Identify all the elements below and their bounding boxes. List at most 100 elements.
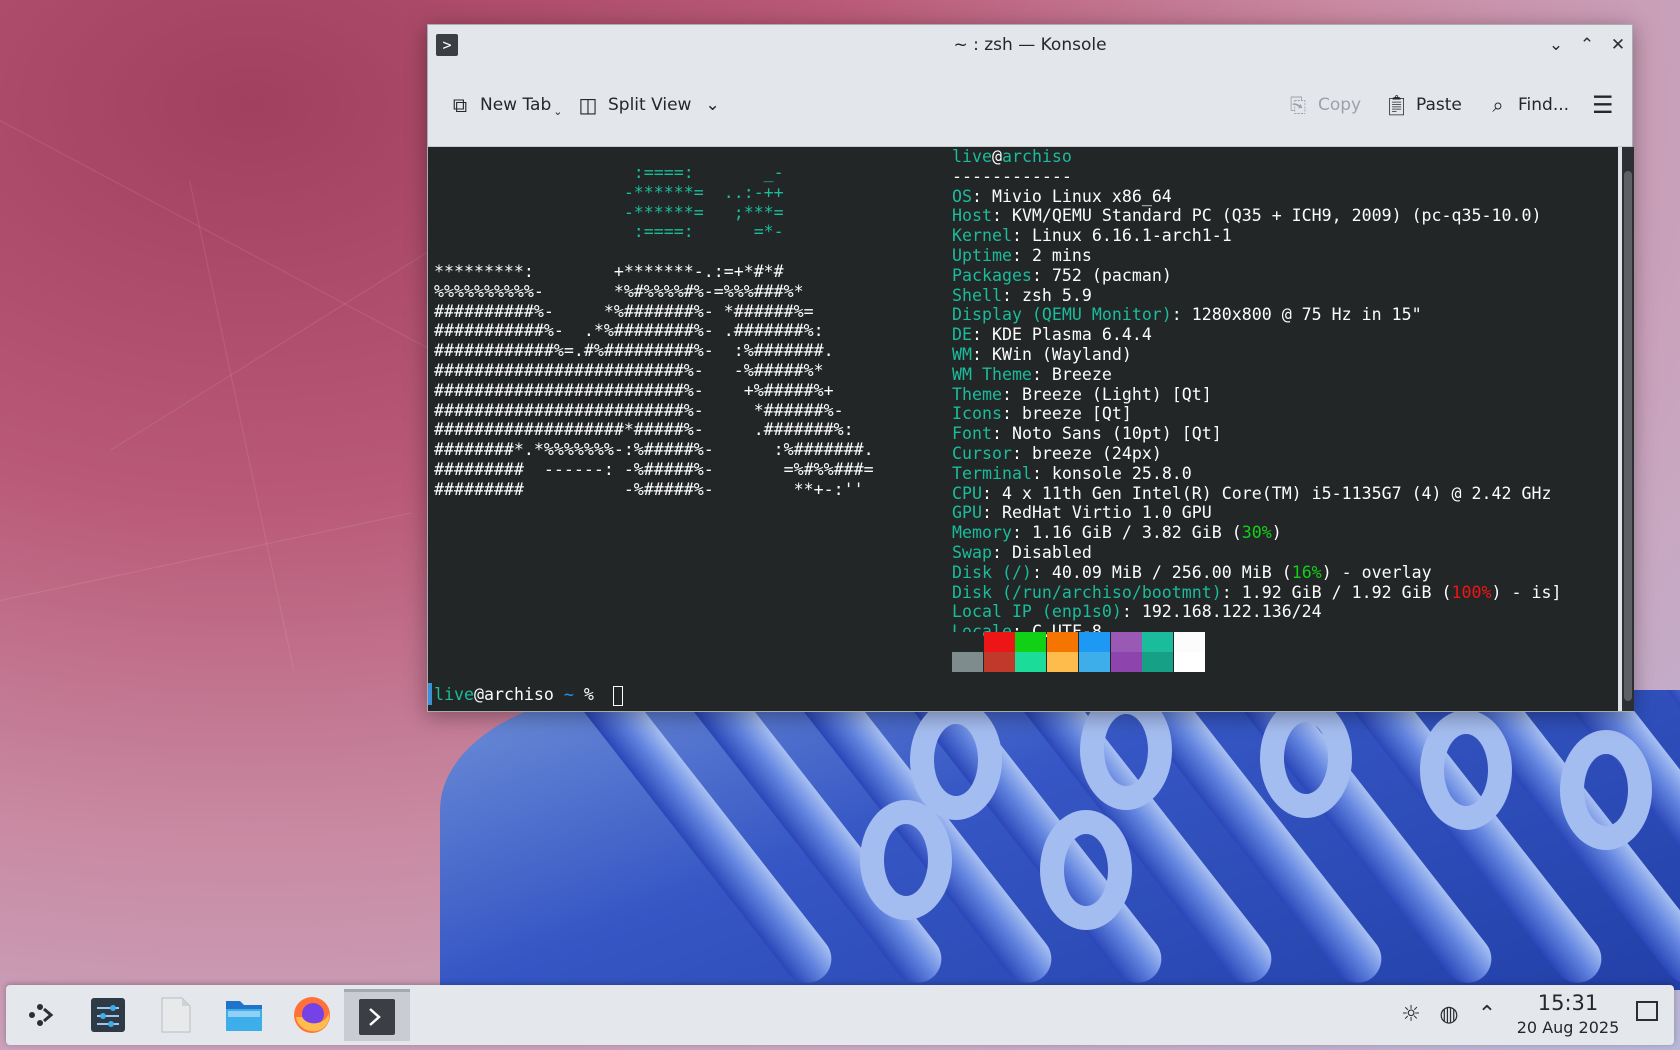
paste-label: Paste — [1416, 95, 1462, 115]
titlebar[interactable]: > ~ : zsh — Konsole ⌄ ⌃ ✕ — [428, 25, 1632, 65]
color-swatch — [952, 632, 983, 652]
info-separator: : — [971, 186, 992, 206]
info-separator: : — [1011, 246, 1032, 265]
new-tab-label: New Tab — [480, 95, 552, 115]
ascii-art-line: -******= ;***= — [434, 202, 784, 222]
blank-document-icon[interactable] — [146, 989, 206, 1041]
info-separator: : — [1221, 582, 1242, 602]
info-line: Theme: Breeze (Light) [Qt] — [952, 385, 1212, 405]
firefox-icon[interactable] — [282, 989, 342, 1041]
expand-tray-icon[interactable]: ⌃ — [1473, 1001, 1501, 1029]
info-value: ------------ — [952, 166, 1072, 186]
ascii-art-line: #########################%- -%#####%* — [434, 361, 824, 380]
info-separator: : — [981, 483, 1002, 503]
prompt-symbol: % — [583, 685, 594, 704]
info-value: Disabled — [1011, 543, 1092, 562]
info-key: Kernel — [952, 226, 1012, 246]
info-line: WM: KWin (Wayland) — [952, 345, 1132, 365]
info-value: breeze [Qt] — [1021, 404, 1132, 424]
info-value: 192.168.122.136/24 — [1141, 602, 1322, 622]
find-button[interactable]: ⌕ Find... — [1486, 87, 1569, 123]
info-value: 2 mins — [1031, 246, 1092, 265]
info-line: Font: Noto Sans (10pt) [Qt] — [952, 424, 1222, 444]
copy-button[interactable]: ⎘ Copy — [1286, 87, 1361, 123]
maximize-chevron-up-icon[interactable]: ⌃ — [1575, 33, 1599, 57]
split-view-icon: ◫ — [578, 93, 598, 117]
info-separator: : — [1031, 463, 1052, 483]
paste-button[interactable]: 📋︎ Paste — [1384, 87, 1462, 123]
info-separator: : — [991, 543, 1012, 562]
info-value: Breeze — [1051, 364, 1112, 384]
clock-date[interactable]: 20 Aug 2025 — [1512, 1018, 1624, 1037]
brightness-icon[interactable]: ☼ — [1397, 1001, 1425, 1029]
info-value: Breeze (Light) [Qt] — [1021, 384, 1212, 404]
scrollbar[interactable] — [1622, 147, 1634, 711]
info-separator: : — [1001, 285, 1022, 305]
ascii-art-line: #########################%- *######%- — [434, 400, 844, 420]
info-key: CPU — [952, 483, 982, 503]
network-icon[interactable]: ◍ — [1435, 1001, 1463, 1029]
info-tail: ) — [1271, 523, 1282, 543]
info-line: OS: Mivio Linux x86_64 — [952, 187, 1172, 207]
info-key: Terminal — [952, 463, 1032, 483]
chevron-down-icon[interactable]: ⌄ — [705, 87, 719, 123]
minimize-chevron-down-icon[interactable]: ⌄ — [1544, 33, 1568, 57]
show-desktop-icon[interactable] — [1633, 1001, 1661, 1029]
info-line: Disk (/): 40.09 MiB / 256.00 MiB (16%) -… — [952, 563, 1432, 583]
info-key: Local IP (enp1s0) — [952, 602, 1122, 622]
scrollbar-thumb[interactable] — [1624, 171, 1632, 701]
info-separator: : — [1011, 523, 1032, 543]
info-line: Terminal: konsole 25.8.0 — [952, 464, 1192, 484]
info-key: Uptime — [952, 246, 1012, 265]
info-key: Swap — [952, 543, 992, 562]
info-separator: : — [1001, 384, 1022, 404]
info-value: konsole 25.8.0 — [1051, 463, 1192, 483]
color-swatch — [1142, 652, 1174, 672]
info-percent: 100% — [1451, 582, 1492, 602]
terminal-output[interactable]: :====: _- -******= ..:-++ -******= ;***=… — [428, 147, 1618, 711]
scroll-marker — [428, 683, 432, 705]
info-line: CPU: 4 x 11th Gen Intel(R) Core(TM) i5-1… — [952, 484, 1551, 504]
prompt-host: archiso — [483, 685, 554, 704]
color-swatch — [1078, 632, 1110, 652]
application-launcher-icon[interactable] — [10, 989, 70, 1041]
new-tab-button[interactable]: ⧉ New Tab ⌄ — [448, 87, 563, 123]
info-separator: : — [1171, 305, 1192, 325]
info-separator: : — [1031, 364, 1052, 384]
info-key: Icons — [952, 404, 1002, 424]
info-percent: 16% — [1291, 562, 1322, 582]
color-swatch — [1110, 632, 1142, 652]
info-value: zsh 5.9 — [1021, 285, 1092, 305]
info-key: GPU — [952, 503, 982, 523]
info-line: Uptime: 2 mins — [952, 246, 1092, 266]
window-title: ~ : zsh — Konsole — [953, 35, 1107, 55]
dropdown-small-chevron-icon[interactable]: ⌄ — [553, 94, 562, 130]
info-value: breeze (24px) — [1031, 444, 1162, 463]
ascii-art-line: ########*.*%%%%%%%-:%#####%- :%#######. — [434, 440, 874, 460]
info-line: Disk (/run/archiso/bootmnt): 1.92 GiB / … — [952, 583, 1561, 603]
shell-prompt[interactable]: live@archiso ~ % — [434, 685, 604, 705]
system-settings-icon[interactable] — [78, 989, 138, 1041]
split-view-button[interactable]: ◫ Split View ⌄ — [576, 87, 720, 123]
info-key: live — [952, 147, 992, 166]
close-icon[interactable]: ✕ — [1606, 33, 1630, 57]
find-label: Find... — [1518, 95, 1570, 115]
copy-label: Copy — [1318, 95, 1362, 115]
info-key: Font — [952, 424, 992, 444]
ascii-art-line: :====: _- — [434, 163, 784, 182]
info-line: Kernel: Linux 6.16.1-arch1-1 — [952, 226, 1232, 246]
ascii-art-line: -******= ..:-++ — [434, 182, 784, 202]
info-line: DE: KDE Plasma 6.4.4 — [952, 325, 1152, 345]
hamburger-menu-icon[interactable]: ☰ — [1592, 87, 1614, 123]
prompt-user: live — [434, 685, 474, 704]
color-swatch — [983, 632, 1015, 652]
info-line: Icons: breeze [Qt] — [952, 404, 1132, 424]
info-separator: : — [991, 206, 1012, 226]
file-manager-icon[interactable] — [214, 989, 274, 1041]
info-value: Linux 6.16.1-arch1-1 — [1031, 226, 1232, 246]
clock-time[interactable]: 15:31 — [1518, 991, 1618, 1015]
konsole-icon[interactable] — [344, 989, 410, 1041]
info-value: KVM/QEMU Standard PC (Q35 + ICH9, 2009) … — [1011, 206, 1542, 226]
info-separator: : — [1011, 226, 1032, 246]
info-key: Memory — [952, 523, 1012, 543]
